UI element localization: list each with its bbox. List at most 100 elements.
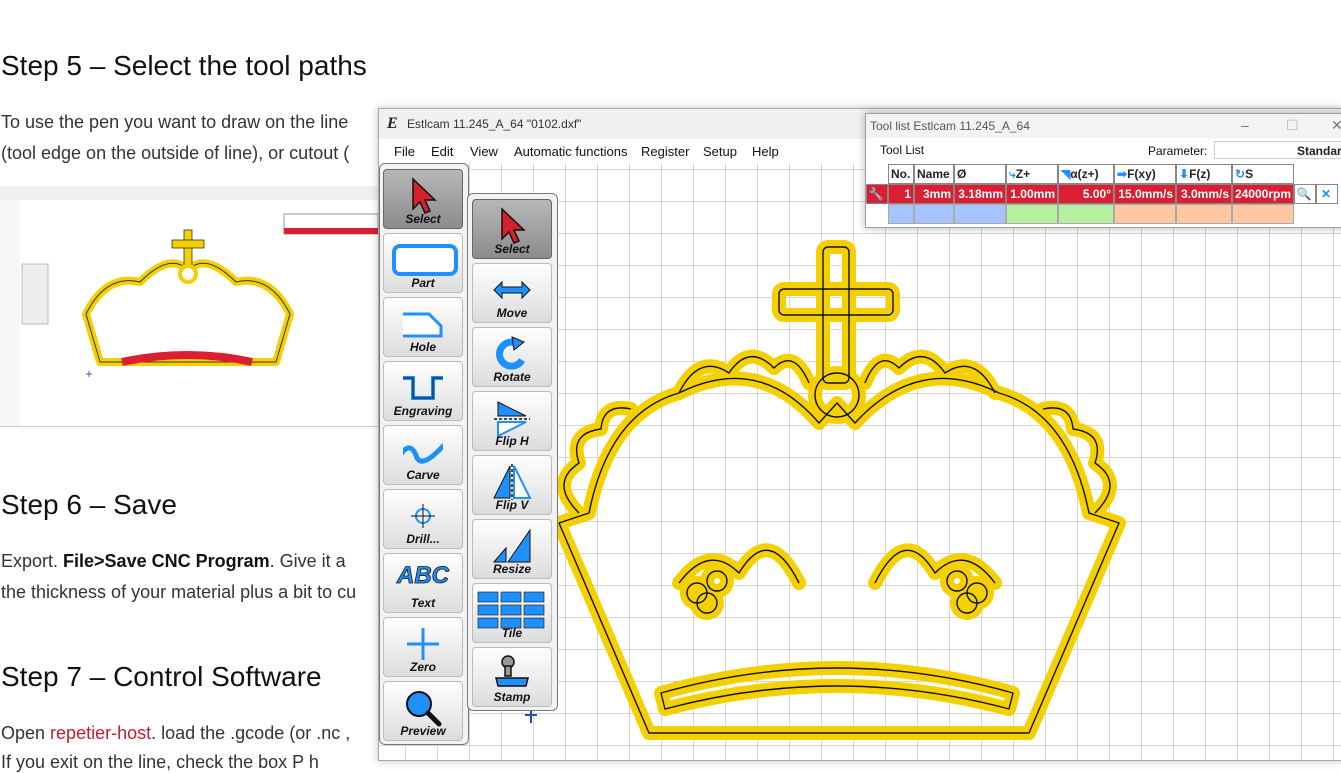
crown-yellow-band [552,240,1126,740]
toolbar-flip-v-label: Flip V [495,498,529,512]
new-row-cell[interactable] [1176,204,1232,224]
search-icon[interactable]: 🔍 [1294,184,1316,204]
tool-list-title: Tool list Estlcam 11.245_A_64 [870,119,1030,133]
step7-text-post: . load the .gcode (or .nc , [151,723,351,743]
menu-edit[interactable]: Edit [431,144,453,159]
toolbar-tile-label: Tile [501,626,523,640]
toolbar-flip-v-button[interactable]: Flip V [472,455,552,515]
toolbar-hole-label: Hole [409,340,436,354]
toolbar-select2-button[interactable]: Select [472,199,552,259]
col-header-fxy-label: F(xy) [1127,167,1156,181]
col-header-speed-label: S [1245,167,1254,181]
cell-name[interactable]: 3mm [914,184,954,204]
preview-icon [406,691,442,727]
toolbar-flip-h-button[interactable]: Flip H [472,391,552,451]
step6-text-1: Export. File>Save CNC Program. Give it a [1,551,346,572]
new-row-cell[interactable] [914,204,954,224]
left-toolbar: Select Part Hole Engraving Carve Drill..… [379,163,469,745]
estlcam-thumbnail [0,186,378,427]
menu-automatic-functions[interactable]: Automatic functions [514,144,627,159]
new-row-cell[interactable] [1114,204,1176,224]
part-icon [392,244,458,276]
toolbar-preview-label: Preview [400,724,446,738]
tool-list-titlebar[interactable]: Tool list Estlcam 11.245_A_64 – ☐ ✕ [866,114,1341,138]
toolbar-select-button[interactable]: Select [383,169,463,229]
new-row-cell[interactable] [1058,204,1114,224]
toolbar-engraving-button[interactable]: Engraving [383,361,463,421]
col-header-fz[interactable]: ⬇F(z) [1176,164,1232,184]
flip-v-icon [493,464,532,500]
toolbar-carve-button[interactable]: Carve [383,425,463,485]
pointer-icon [501,207,526,244]
toolbar-text-button[interactable]: ABC Text [383,553,463,613]
arrow-right-icon: ➡ [1117,167,1128,181]
menu-register[interactable]: Register [641,144,689,159]
toolbar-flip-h-label: Flip H [495,434,529,448]
toolbar-move-label: Move [496,306,528,320]
step7-heading: Step 7 – Control Software [1,661,322,692]
toolbar-rotate-button[interactable]: Rotate [472,327,552,387]
tile-icon [477,591,545,629]
toolbar-part-label: Part [411,276,435,290]
cell-no[interactable]: 1 [888,184,914,204]
toolbar-zero-button[interactable]: Zero [383,617,463,677]
toolbar-drill-button[interactable]: Drill... [383,489,463,549]
tool-list-window: Tool list Estlcam 11.245_A_64 – ☐ ✕ Tool… [865,113,1341,228]
step5-text-1: To use the pen you want to draw on the l… [1,112,349,132]
toolbar-hole-button[interactable]: Hole [383,297,463,357]
toolbar-move-button[interactable]: Move [472,263,552,323]
col-header-zplus[interactable]: ⤷Z+ [1006,164,1058,184]
tool-wrench-icon[interactable]: 🔧 [866,184,888,204]
col-header-fxy[interactable]: ➡F(xy) [1114,164,1176,184]
parameter-label: Parameter: [1148,144,1208,158]
maximize-icon[interactable]: ☐ [1286,117,1299,134]
arrow-down-icon: ⬇ [1179,167,1190,181]
col-header-fz-label: F(z) [1189,167,1211,181]
close-icon[interactable]: ✕ [1331,117,1341,134]
stamp-icon [495,655,529,687]
toolbar-rotate-label: Rotate [493,370,531,384]
ramp-angle-icon: ◥ [1061,167,1071,181]
menu-file[interactable]: File [394,144,415,159]
menu-help[interactable]: Help [752,144,779,159]
col-header-speed[interactable]: ↻S [1232,164,1294,184]
col-header-name[interactable]: Name [914,164,954,184]
flip-h-icon [494,401,530,438]
minimize-icon[interactable]: – [1241,117,1249,133]
estlcam-app-icon: E [387,115,398,132]
toolbar-stamp-label: Stamp [493,690,531,704]
repetier-host-link[interactable]: repetier-host [50,723,151,743]
toolbar-part-button[interactable]: Part [383,233,463,293]
toolbar-stamp-button[interactable]: Stamp [472,647,552,707]
parameter-select[interactable]: Standard [1214,141,1341,159]
menu-view[interactable]: View [470,144,498,159]
col-header-diameter[interactable]: Ø [954,164,1006,184]
new-row-cell[interactable] [888,204,914,224]
toolbar-carve-label: Carve [406,468,440,482]
toolbar-tile-button[interactable]: Tile [472,583,552,643]
step7-text-pre: Open [1,723,51,743]
cell-diameter[interactable]: 3.18mm [954,184,1006,204]
cell-fz[interactable]: 3.0mm/s [1176,184,1232,204]
cell-fxy[interactable]: 15.0mm/s [1114,184,1176,204]
new-row-cell[interactable] [954,204,1006,224]
new-row-cell[interactable] [1232,204,1294,224]
cell-zplus[interactable]: 1.00mm [1006,184,1058,204]
delete-tool-icon[interactable]: ✕ [1316,184,1338,204]
col-header-no[interactable]: No. [888,164,914,184]
cell-alpha[interactable]: 5.00° [1058,184,1114,204]
step6-text-pre: Export. [1,551,64,571]
drill-icon [411,504,435,528]
col-header-alpha[interactable]: ◥α(z+) [1058,164,1114,184]
tab-tool-list[interactable]: Tool List [880,143,924,157]
toolbar-resize-button[interactable]: Resize [472,519,552,579]
carve-icon [403,443,443,464]
toolbar-resize-label: Resize [492,562,532,576]
right-toolbar: Select Move Rotate Flip H Flip V Resize … [467,193,558,711]
new-row-cell[interactable] [1006,204,1058,224]
menu-setup[interactable]: Setup [703,144,737,159]
cell-speed[interactable]: 24000rpm [1232,184,1294,204]
zero-icon [407,628,439,660]
step6-text-2: the thickness of your material plus a bi… [1,582,357,602]
toolbar-preview-button[interactable]: Preview [383,681,463,741]
